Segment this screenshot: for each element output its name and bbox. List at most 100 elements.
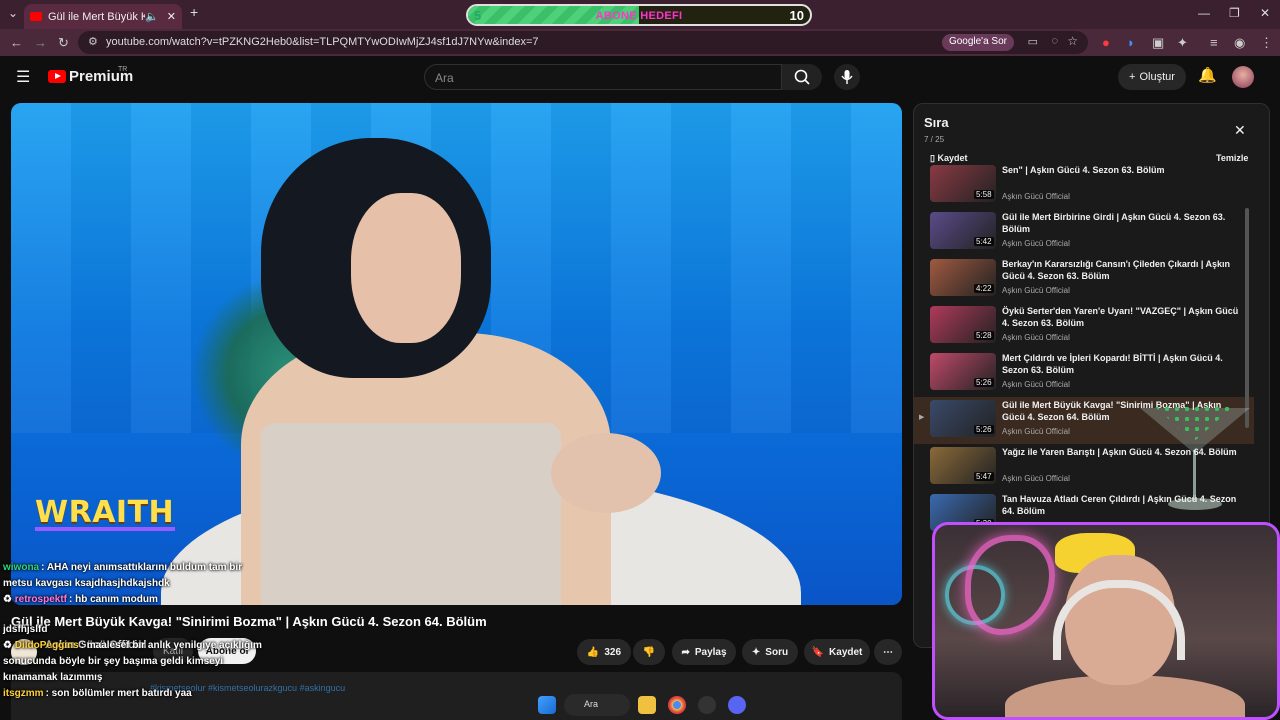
file-explorer-icon[interactable]: [638, 696, 656, 714]
playlist-item-channel: Aşkın Gücü Official: [1002, 380, 1070, 389]
browser-tab-bar: ⌄ Gül ile Mert Büyük Kavga! " 🔈 ✕ + 5 AB…: [0, 0, 1280, 29]
dislike-button[interactable]: 👎: [633, 639, 665, 665]
extension-box-icon[interactable]: ▣: [1152, 35, 1164, 51]
app-icon[interactable]: [698, 696, 716, 714]
playlist-duration: 5:47: [974, 472, 994, 481]
playlist-item-title: Mert Çıldırdı ve İpleri Kopardı! BİTTİ |…: [1002, 353, 1223, 375]
restore-icon[interactable]: ❐: [1229, 6, 1240, 20]
playlist-item-channel: Aşkın Gücü Official: [1002, 427, 1070, 436]
discord-icon[interactable]: [728, 696, 746, 714]
chat-message: itsgzmm: son bölümler mert batırdı yaa: [3, 686, 263, 702]
chat-text: : son bölümler mert batırdı yaa: [45, 688, 192, 699]
playlist-duration: 5:26: [974, 378, 994, 387]
reading-list-icon[interactable]: ≡: [1210, 35, 1218, 50]
playlist-item-channel: Aşkın Gücü Official: [1002, 286, 1070, 295]
chrome-icon[interactable]: [668, 696, 686, 714]
playlist-items: 5:58 Sen" | Aşkın Gücü 4. Sezon 63. Bölüm…: [914, 162, 1254, 538]
new-tab-button[interactable]: +: [190, 4, 198, 20]
playlist-item-channel: Aşkın Gücü Official: [1002, 333, 1070, 342]
playlist-item[interactable]: 4:22 Berkay'ın Kararsızlığı Cansın'ı Çile…: [914, 256, 1254, 303]
bookmark-star-icon[interactable]: ☆: [1067, 34, 1078, 48]
share-button[interactable]: ➦ Paylaş: [672, 639, 736, 665]
voice-search-button[interactable]: [834, 64, 860, 90]
profile-icon[interactable]: ◉: [1234, 35, 1245, 51]
taskbar-search[interactable]: Ara: [564, 694, 630, 716]
create-button[interactable]: + Oluştur: [1118, 64, 1186, 90]
forward-icon[interactable]: →: [34, 35, 47, 50]
search-placeholder: Ara: [435, 71, 454, 85]
video-player[interactable]: WRAITH: [11, 103, 902, 605]
save-button[interactable]: 🔖 Kaydet: [804, 639, 870, 665]
microphone-icon: [841, 70, 853, 84]
playlist-item[interactable]: 5:26 Mert Çıldırdı ve İpleri Kopardı! BİT…: [914, 350, 1254, 397]
youtube-logo-icon[interactable]: [48, 70, 66, 83]
browser-toolbar: ← → ↻ ⚙ youtube.com/watch?v=tPZKNG2Heb0&…: [0, 29, 1280, 56]
playlist-item[interactable]: 5:58 Sen" | Aşkın Gücü 4. Sezon 63. Bölüm…: [914, 162, 1254, 209]
close-playlist-icon[interactable]: ✕: [1234, 122, 1246, 139]
chat-text: jdsfhjslfd: [3, 624, 48, 635]
ask-button[interactable]: ✦ Soru: [742, 639, 798, 665]
wraith-overlay-logo: WRAITH: [35, 495, 175, 530]
goal-end-value: 10: [789, 8, 804, 23]
playlist-item[interactable]: 5:47 Yağız ile Yaren Barıştı | Aşkın Gücü…: [914, 444, 1254, 491]
presenter-hand: [551, 433, 661, 513]
windows-start-icon[interactable]: [538, 696, 556, 714]
more-actions-button[interactable]: ⋯: [874, 639, 902, 665]
country-code: TR: [118, 66, 128, 73]
glass-stem: [1193, 450, 1196, 500]
presenter-dress: [261, 423, 561, 605]
playlist-scrollbar[interactable]: [1245, 208, 1249, 428]
like-button[interactable]: 👍 326: [577, 639, 631, 665]
browser-tab[interactable]: Gül ile Mert Büyük Kavga! " 🔈 ✕: [24, 4, 182, 29]
youtube-favicon-icon: [30, 12, 42, 21]
chat-text: : hb canım modum: [69, 594, 158, 605]
cast-icon[interactable]: ▭: [1028, 35, 1038, 48]
youtube-header: ☰ Premium TR Ara + Oluştur 🔔: [0, 56, 1280, 100]
hamburger-menu-icon[interactable]: ☰: [16, 67, 30, 87]
playlist-duration: 5:28: [974, 331, 994, 340]
minimize-icon[interactable]: —: [1198, 6, 1210, 20]
chat-message: wiwona: AHA neyi anımsattıklarını buldum…: [3, 560, 263, 592]
close-tab-icon[interactable]: ✕: [167, 10, 176, 23]
chat-username: retrospektf: [14, 594, 67, 605]
address-bar[interactable]: ⚙ youtube.com/watch?v=tPZKNG2Heb0&list=T…: [78, 31, 1088, 54]
tab-title: Gül ile Mert Büyük Kavga! ": [48, 10, 146, 23]
taskbar-search-label: Ara: [584, 699, 599, 709]
wraith-underline: [35, 527, 175, 531]
tab-list-icon[interactable]: ⌄: [8, 6, 18, 20]
thumbs-down-icon: 👎: [642, 646, 656, 658]
playlist-item-title: Yağız ile Yaren Barıştı | Aşkın Gücü 4. …: [1002, 447, 1237, 457]
speaker-icon[interactable]: 🔈: [145, 10, 159, 23]
notifications-bell-icon[interactable]: 🔔: [1198, 66, 1217, 84]
extension-wave-icon[interactable]: ◗: [1127, 35, 1135, 50]
presenter-face: [351, 193, 461, 343]
playlist-duration: 4:22: [974, 284, 994, 293]
chat-badge-icon: ♻: [3, 640, 15, 651]
like-count: 326: [604, 646, 622, 658]
save-label: Kaydet: [829, 646, 863, 658]
back-icon[interactable]: ←: [10, 35, 23, 50]
share-label: Paylaş: [694, 646, 727, 658]
account-avatar[interactable]: [1232, 66, 1254, 88]
extension-red-icon[interactable]: ●: [1102, 35, 1110, 50]
playlist-item-title: Gül ile Mert Birbirine Girdi | Aşkın Güc…: [1002, 212, 1226, 234]
google-ask-chip[interactable]: Google'a Sor: [941, 34, 1014, 51]
eye-off-icon[interactable]: ◌: [1051, 35, 1058, 47]
playlist-item[interactable]: 5:28 Öykü Serter'den Yaren'e Uyarı! "VAZG…: [914, 303, 1254, 350]
search-button[interactable]: [782, 64, 822, 90]
more-dots-icon: ⋯: [883, 646, 893, 658]
playlist-duration: 5:42: [974, 237, 994, 246]
search-input[interactable]: Ara: [424, 64, 782, 90]
playlist-item[interactable]: 5:42 Gül ile Mert Birbirine Girdi | Aşkın…: [914, 209, 1254, 256]
chat-username: DildoPeggins: [14, 640, 79, 651]
thumbs-up-icon: 👍: [586, 646, 600, 658]
bookmark-icon: 🔖: [811, 646, 825, 658]
reload-icon[interactable]: ↻: [58, 35, 69, 51]
streamer-webcam: [932, 522, 1280, 720]
site-info-icon[interactable]: ⚙: [88, 35, 98, 48]
share-icon: ➦: [681, 646, 690, 658]
close-window-icon[interactable]: ✕: [1260, 6, 1270, 20]
extensions-puzzle-icon[interactable]: ✦: [1177, 35, 1188, 51]
playlist-title: Sıra: [924, 115, 949, 130]
menu-icon[interactable]: ⋮: [1260, 35, 1273, 51]
